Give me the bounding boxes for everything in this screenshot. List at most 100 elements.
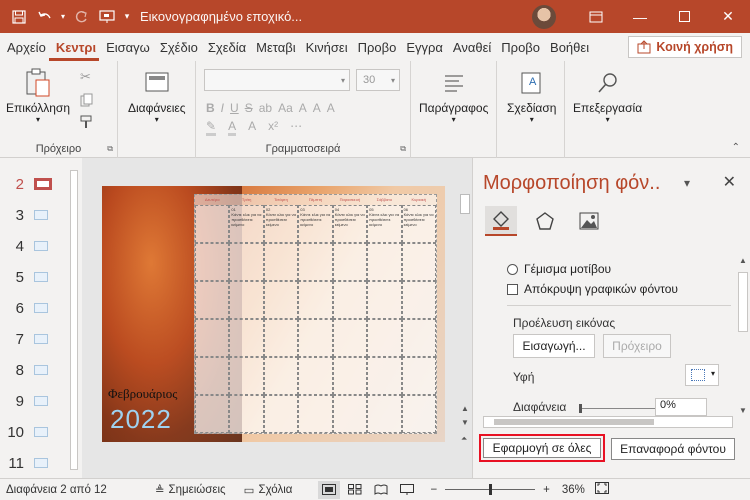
calendar-cell[interactable] [401, 243, 436, 281]
copy-icon[interactable] [80, 93, 94, 110]
calendar-cell[interactable]: 05 Κάντε κλικ για να προσθέσετε κείμενο [367, 205, 402, 243]
calendar-cell[interactable] [195, 205, 230, 243]
cut-icon[interactable]: ✂ [80, 69, 91, 85]
share-button[interactable]: Κοινή χρήση [628, 36, 742, 58]
tab-transitions[interactable]: Μεταβι [249, 40, 298, 61]
superscript-icon[interactable]: x² [268, 119, 278, 136]
character-spacing-icon[interactable]: ab [259, 101, 272, 115]
calendar-cell[interactable]: 01 Κάντε κλικ για να προσθέσετε κείμενο [229, 205, 264, 243]
calendar-cell[interactable]: 04 Κάντε κλικ για να προσθέσετε κείμενο [332, 205, 368, 243]
font-launcher-icon[interactable]: ⧉ [400, 144, 406, 154]
calendar-cell[interactable] [263, 357, 299, 395]
tab-design[interactable]: Σχέδιο [153, 40, 201, 61]
pane-scrollbar[interactable]: ▲ ▼ [736, 256, 750, 421]
undo-icon[interactable] [32, 4, 58, 30]
calendar-cell[interactable] [298, 319, 333, 357]
calendar-cell[interactable] [298, 243, 333, 281]
tab-draw[interactable]: Σχεδία [201, 40, 249, 61]
pattern-fill-radio[interactable]: Γέμισμα μοτίβου [507, 262, 611, 276]
insert-picture-button[interactable]: Εισαγωγή... [513, 334, 595, 358]
calendar-cell[interactable] [263, 319, 299, 357]
calendar-cell[interactable] [367, 357, 402, 395]
text-effects-icon[interactable]: A [248, 119, 256, 136]
fit-to-window-icon[interactable] [594, 482, 609, 497]
calendar-cell[interactable] [229, 357, 264, 395]
reading-view-icon[interactable] [370, 481, 392, 499]
calendar-cell[interactable] [401, 281, 436, 319]
calendar-cell[interactable] [263, 395, 299, 433]
clear-formatting-icon[interactable]: A [327, 101, 335, 115]
calendar-cell[interactable] [195, 243, 230, 281]
presentation-icon[interactable] [94, 4, 120, 30]
thumbnail-slide-4[interactable]: 4 [0, 236, 66, 256]
calendar-cell[interactable] [332, 281, 368, 319]
scroll-down-icon[interactable]: ▼ [739, 406, 747, 415]
bold-icon[interactable]: B [206, 101, 215, 115]
thumbnail-slide-3[interactable]: 3 [0, 205, 66, 225]
tab-record[interactable]: Εγγρα [399, 40, 446, 61]
thumbnail-slide-7[interactable]: 7 [0, 329, 66, 349]
texture-dropdown[interactable]: ▾ [685, 364, 719, 386]
drawing-button[interactable]: A Σχεδίαση ▾ [507, 69, 556, 124]
apply-to-all-button[interactable]: Εφαρμογή σε όλες [483, 438, 601, 458]
tab-home[interactable]: Κεντρι [48, 40, 100, 61]
tab-view[interactable]: Προβο [494, 40, 543, 61]
calendar-cell[interactable] [195, 357, 230, 395]
calendar-cell[interactable] [298, 281, 333, 319]
user-avatar[interactable] [532, 4, 556, 29]
calendar-cell[interactable] [367, 281, 402, 319]
calendar-cell[interactable] [401, 319, 436, 357]
tab-review[interactable]: Αναθεί [446, 40, 494, 61]
scrollbar-thumb[interactable] [494, 419, 654, 425]
calendar-cell[interactable] [263, 281, 299, 319]
thumbnail-slide-10[interactable]: 10 [0, 422, 66, 442]
normal-view-icon[interactable] [318, 480, 341, 499]
scrollbar-thumb[interactable] [70, 170, 78, 470]
font-color-icon[interactable]: A [228, 119, 237, 136]
checkbox[interactable] [507, 283, 518, 295]
calendar-cell[interactable] [332, 319, 368, 357]
slideshow-icon[interactable] [396, 481, 418, 499]
customize-qat-icon[interactable]: ▾ [120, 4, 134, 30]
save-icon[interactable] [6, 4, 32, 30]
scroll-down-icon[interactable]: ▼ [461, 418, 469, 427]
paragraph-button[interactable]: Παράγραφος ▾ [419, 69, 488, 124]
font-more-icon[interactable]: ⋯ [290, 119, 302, 136]
tab-insert[interactable]: Εισαγω [99, 40, 153, 61]
transparency-input[interactable]: 0% [655, 398, 707, 416]
thumbnail-slide-2[interactable]: 2 [0, 174, 66, 194]
ribbon-display-icon[interactable] [574, 0, 618, 33]
calendar-cell[interactable] [229, 395, 264, 433]
zoom-slider[interactable] [445, 484, 536, 495]
transparency-slider[interactable] [579, 404, 659, 413]
calendar-cell[interactable] [298, 357, 333, 395]
calendar-cell[interactable]: 03 Κάντε κλικ για να προσθέσετε κείμενο [298, 205, 333, 243]
italic-icon[interactable]: I [221, 101, 224, 115]
thumbnail-scrollbar[interactable] [68, 168, 80, 478]
tab-file[interactable]: Αρχείο [0, 40, 49, 61]
month-title[interactable]: Φεβρουάριος [108, 386, 177, 402]
radio-button[interactable] [507, 263, 518, 275]
font-name-combo[interactable]: ▾ [204, 69, 350, 91]
thumbnail-slide-6[interactable]: 6 [0, 298, 66, 318]
shrink-font-icon[interactable]: A [313, 101, 321, 115]
scrollbar-thumb[interactable] [738, 272, 748, 332]
calendar-cell[interactable] [332, 243, 368, 281]
thumbnail-slide-9[interactable]: 9 [0, 391, 66, 411]
format-painter-icon[interactable] [80, 115, 94, 132]
calendar-cell[interactable] [367, 319, 402, 357]
calendar-table[interactable]: Δευτέρα Τρίτη Τετάρτη Πέμπτη Παρασκευή Σ… [194, 194, 437, 434]
fill-icon[interactable] [485, 206, 517, 236]
clipboard-launcher-icon[interactable]: ⧉ [107, 144, 113, 154]
calendar-cell[interactable] [263, 243, 299, 281]
pane-options-icon[interactable]: ▾ [684, 176, 690, 190]
slide-sorter-icon[interactable] [344, 481, 366, 499]
calendar-cell[interactable] [367, 395, 402, 433]
thumbnail-slide-5[interactable]: 5 [0, 267, 66, 287]
scrollbar-thumb[interactable] [460, 194, 470, 214]
paste-button[interactable]: Επικόλληση ▾ [6, 68, 70, 124]
calendar-cell[interactable] [229, 281, 264, 319]
undo-dropdown-icon[interactable]: ▾ [58, 4, 68, 30]
strikethrough-icon[interactable]: S [245, 101, 253, 115]
previous-slide-icon[interactable]: ⏶ [461, 434, 467, 444]
